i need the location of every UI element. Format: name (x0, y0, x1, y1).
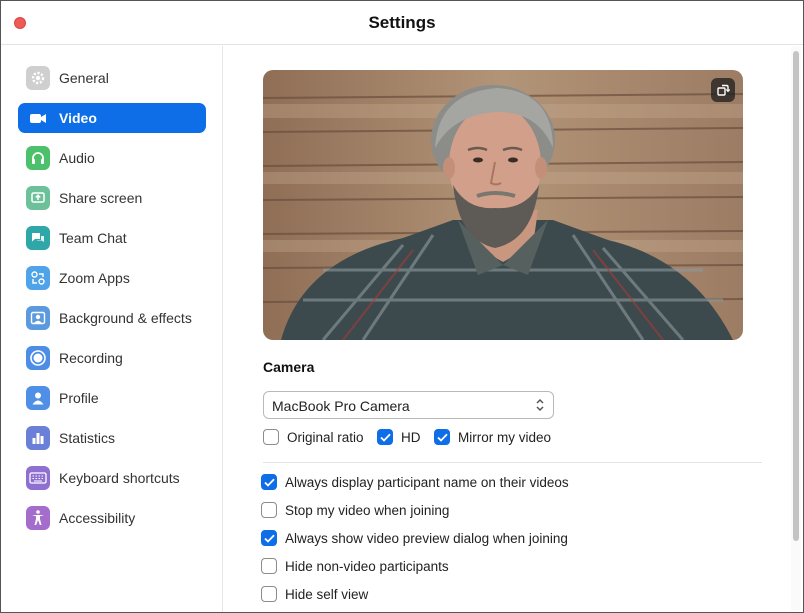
settings-window: Settings General Video Audio Share scree… (0, 0, 804, 613)
hide-non-video-option[interactable]: Hide non-video participants (261, 558, 449, 574)
sidebar-item-zoom-apps[interactable]: Zoom Apps (18, 263, 206, 293)
display-participant-name-option[interactable]: Always display participant name on their… (261, 474, 569, 490)
video-preview-dialog-checkbox[interactable] (261, 530, 277, 546)
background-person-icon (26, 306, 50, 330)
camera-device-value: MacBook Pro Camera (272, 398, 410, 414)
title-bar: Settings (1, 1, 803, 45)
hide-self-view-checkbox[interactable] (261, 586, 277, 602)
sidebar-item-general[interactable]: General (18, 63, 206, 93)
sidebar-item-label: Statistics (59, 430, 116, 446)
video-preview-dialog-label: Always show video preview dialog when jo… (285, 530, 568, 546)
sidebar-item-statistics[interactable]: Statistics (18, 423, 206, 453)
hide-non-video-label: Hide non-video participants (285, 558, 449, 574)
original-ratio-label: Original ratio (287, 429, 364, 445)
camera-section-title: Camera (263, 359, 315, 375)
sidebar-item-share-screen[interactable]: Share screen (18, 183, 206, 213)
display-participant-name-label: Always display participant name on their… (285, 474, 569, 490)
scrollbar-thumb[interactable] (793, 51, 799, 541)
sidebar-item-accessibility[interactable]: Accessibility (18, 503, 206, 533)
settings-sidebar: General Video Audio Share screen Team Ch… (1, 46, 223, 612)
profile-person-icon (26, 386, 50, 410)
section-divider (263, 462, 762, 463)
chat-bubbles-icon (26, 226, 50, 250)
sidebar-item-label: Zoom Apps (59, 270, 130, 286)
camera-preview (263, 70, 743, 340)
video-preview-dialog-option[interactable]: Always show video preview dialog when jo… (261, 530, 568, 546)
sidebar-item-keyboard-shortcuts[interactable]: Keyboard shortcuts (18, 463, 206, 493)
video-settings-panel: Camera MacBook Pro Camera Original ratio… (224, 46, 789, 612)
stop-video-joining-label: Stop my video when joining (285, 502, 450, 518)
original-ratio-option[interactable]: Original ratio (263, 429, 364, 445)
share-screen-icon (26, 186, 50, 210)
mirror-video-label: Mirror my video (458, 429, 552, 445)
hide-self-view-label: Hide self view (285, 586, 369, 602)
sidebar-item-audio[interactable]: Audio (18, 143, 206, 173)
sidebar-item-label: Keyboard shortcuts (59, 470, 180, 486)
hd-checkbox[interactable] (377, 429, 393, 445)
video-camera-icon (26, 106, 50, 130)
checkmark-icon (263, 534, 275, 543)
sidebar-item-label: Video (59, 110, 97, 126)
sidebar-item-label: Share screen (59, 190, 143, 206)
sidebar-item-background-effects[interactable]: Background & effects (18, 303, 206, 333)
stop-video-joining-option[interactable]: Stop my video when joining (261, 502, 449, 518)
checkmark-icon (263, 478, 275, 487)
keyboard-icon (26, 466, 50, 490)
bar-chart-icon (26, 426, 50, 450)
video-preview-image (263, 70, 743, 340)
mirror-video-option[interactable]: Mirror my video (434, 429, 551, 445)
sidebar-item-recording[interactable]: Recording (18, 343, 206, 373)
sidebar-item-label: Profile (59, 390, 99, 406)
mirror-video-checkbox[interactable] (434, 429, 450, 445)
sidebar-item-label: Recording (59, 350, 123, 366)
sidebar-item-label: Accessibility (59, 510, 136, 526)
gear-icon (26, 66, 50, 90)
display-participant-name-checkbox[interactable] (261, 474, 277, 490)
window-title: Settings (368, 13, 436, 32)
original-ratio-checkbox[interactable] (263, 429, 279, 445)
sidebar-item-team-chat[interactable]: Team Chat (18, 223, 206, 253)
accessibility-icon (26, 506, 50, 530)
sidebar-item-label: General (59, 70, 109, 86)
chevron-up-down-icon (536, 398, 544, 412)
checkmark-icon (436, 433, 448, 442)
checkmark-icon (379, 433, 391, 442)
rotate-camera-button[interactable] (711, 78, 735, 102)
sidebar-item-label: Audio (59, 150, 95, 166)
apps-icon (26, 266, 50, 290)
hd-option[interactable]: HD (377, 429, 421, 445)
sidebar-item-label: Background & effects (59, 310, 192, 326)
sidebar-item-profile[interactable]: Profile (18, 383, 206, 413)
camera-device-select[interactable]: MacBook Pro Camera (263, 391, 554, 419)
sidebar-item-video[interactable]: Video (18, 103, 206, 133)
headphones-icon (26, 146, 50, 170)
hide-non-video-checkbox[interactable] (261, 558, 277, 574)
hd-label: HD (401, 429, 421, 445)
rotate-icon (717, 84, 730, 96)
hide-self-view-option[interactable]: Hide self view (261, 586, 368, 602)
record-icon (26, 346, 50, 370)
stop-video-joining-checkbox[interactable] (261, 502, 277, 518)
sidebar-item-label: Team Chat (59, 230, 127, 246)
